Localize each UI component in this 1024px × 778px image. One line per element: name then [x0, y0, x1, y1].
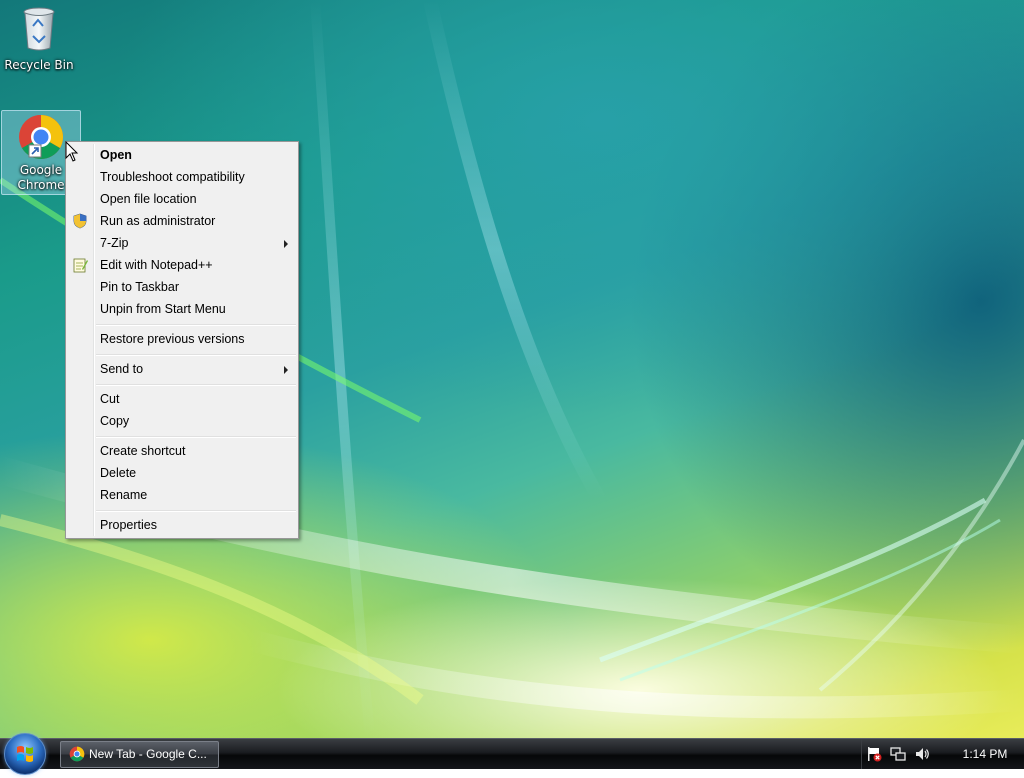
menu-item-properties[interactable]: Properties	[68, 514, 296, 536]
recycle-bin-icon	[23, 7, 55, 51]
menu-item-label: Unpin from Start Menu	[100, 302, 226, 316]
chrome-icon	[19, 115, 63, 159]
desktop-icon-label: Recycle Bin	[4, 58, 74, 72]
menu-item-cut[interactable]: Cut	[68, 388, 296, 410]
menu-item-label: 7-Zip	[100, 236, 129, 250]
uac-shield-icon	[73, 213, 87, 229]
menu-item-label: Open	[100, 148, 132, 162]
taskbar-button-chrome[interactable]: New Tab - Google C...	[60, 741, 219, 768]
notepad-plus-plus-icon	[73, 258, 88, 273]
menu-item-label: Troubleshoot compatibility	[100, 170, 245, 184]
network-icon[interactable]	[890, 746, 906, 762]
mouse-pointer-icon	[65, 141, 79, 162]
menu-item-create-shortcut[interactable]: Create shortcut	[68, 440, 296, 462]
context-menu: Open Troubleshoot compatibility Open fil…	[65, 141, 299, 539]
taskbar: New Tab - Google C... 1:14 PM	[0, 733, 1024, 775]
menu-item-edit-with-notepad-plus-plus[interactable]: Edit with Notepad++	[68, 254, 296, 276]
menu-item-label: Cut	[100, 392, 120, 406]
menu-item-rename[interactable]: Rename	[68, 484, 296, 506]
menu-item-label: Run as administrator	[100, 214, 216, 228]
start-orb-icon[interactable]	[4, 733, 46, 775]
submenu-arrow-icon	[284, 366, 288, 374]
menu-item-7-zip[interactable]: 7-Zip	[68, 232, 296, 254]
notification-area: 1:14 PM	[861, 739, 1024, 769]
menu-separator	[96, 354, 296, 356]
menu-item-pin-to-taskbar[interactable]: Pin to Taskbar	[68, 276, 296, 298]
action-center-flag-icon[interactable]	[866, 746, 882, 762]
menu-item-label: Edit with Notepad++	[100, 258, 213, 272]
menu-item-delete[interactable]: Delete	[68, 462, 296, 484]
menu-item-label: Properties	[100, 518, 157, 532]
taskbar-clock[interactable]: 1:14 PM	[950, 739, 1020, 769]
menu-item-label: Rename	[100, 488, 148, 502]
menu-item-send-to[interactable]: Send to	[68, 358, 296, 380]
menu-item-run-as-administrator[interactable]: Run as administrator	[68, 210, 296, 232]
menu-item-label: Send to	[100, 362, 144, 376]
menu-item-restore-previous-versions[interactable]: Restore previous versions	[68, 328, 296, 350]
menu-separator	[96, 436, 296, 438]
desktop-icon-recycle-bin[interactable]: Recycle Bin	[0, 4, 78, 73]
volume-icon[interactable]	[914, 746, 930, 762]
windows-logo-icon	[17, 746, 33, 762]
menu-item-open[interactable]: Open	[68, 144, 296, 166]
desktop-icon-label-text: Google Chrome	[17, 163, 65, 192]
menu-item-open-file-location[interactable]: Open file location	[68, 188, 296, 210]
menu-item-copy[interactable]: Copy	[68, 410, 296, 432]
menu-item-unpin-from-start-menu[interactable]: Unpin from Start Menu	[68, 298, 296, 320]
menu-item-label: Create shortcut	[100, 444, 186, 458]
menu-separator	[96, 384, 296, 386]
menu-item-label: Copy	[100, 414, 130, 428]
menu-item-troubleshoot-compatibility[interactable]: Troubleshoot compatibility	[68, 166, 296, 188]
chrome-icon	[69, 746, 85, 762]
menu-item-label: Restore previous versions	[100, 332, 245, 346]
taskbar-button-label: New Tab - Google C...	[89, 747, 207, 761]
submenu-arrow-icon	[284, 240, 288, 248]
menu-separator	[96, 510, 296, 512]
menu-item-label: Delete	[100, 466, 137, 480]
desktop[interactable]: Recycle Bin Google Chrome Open Troublesh…	[0, 0, 1024, 738]
menu-separator	[96, 324, 296, 326]
menu-item-label: Pin to Taskbar	[100, 280, 179, 294]
menu-item-label: Open file location	[100, 192, 197, 206]
